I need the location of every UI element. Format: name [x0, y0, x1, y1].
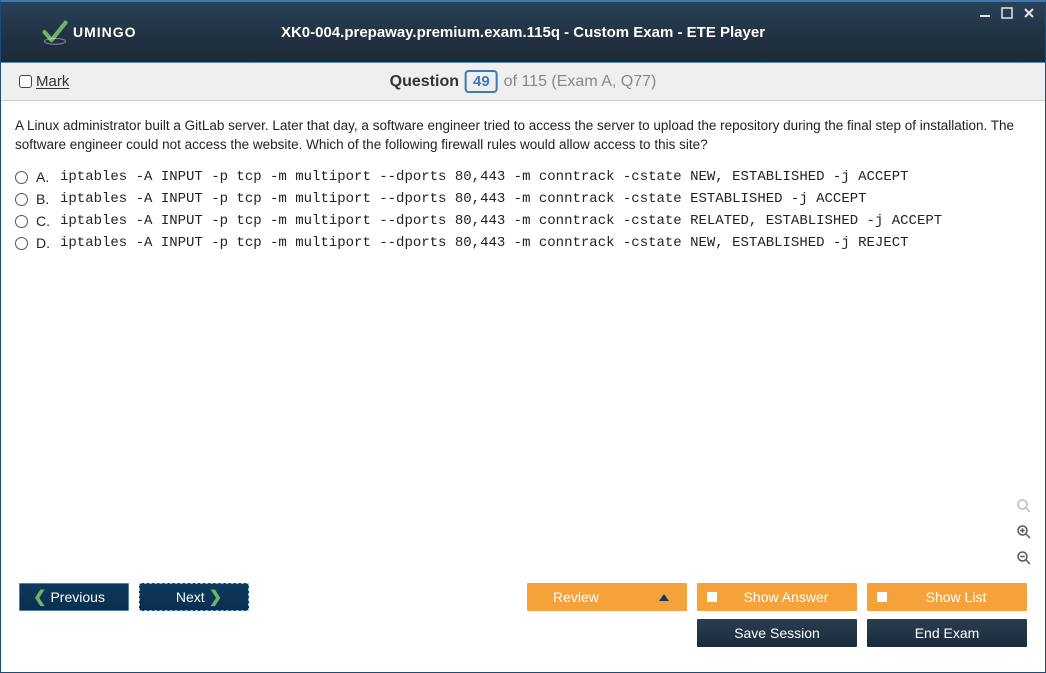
- radio-a[interactable]: [15, 171, 28, 184]
- logo-check-icon: [41, 18, 69, 46]
- previous-label: Previous: [50, 589, 104, 605]
- radio-d[interactable]: [15, 237, 28, 250]
- show-answer-label: Show Answer: [725, 589, 857, 605]
- content-area: A Linux administrator built a GitLab ser…: [1, 101, 1045, 575]
- next-label: Next: [176, 589, 205, 605]
- option-letter: A.: [36, 169, 52, 185]
- stop-icon: [707, 592, 717, 602]
- radio-c[interactable]: [15, 215, 28, 228]
- previous-button[interactable]: ❮ Previous: [19, 583, 129, 611]
- question-bar: Mark Question 49 of 115 (Exam A, Q77): [1, 63, 1045, 101]
- chevron-left-icon: ❮: [33, 587, 46, 607]
- save-session-label: Save Session: [734, 625, 820, 641]
- question-total: of 115 (Exam A, Q77): [504, 73, 657, 91]
- option-letter: D.: [36, 235, 52, 251]
- options-list: A. iptables -A INPUT -p tcp -m multiport…: [15, 169, 1031, 251]
- mark-checkbox[interactable]: [19, 75, 32, 88]
- option-letter: C.: [36, 213, 52, 229]
- review-label: Review: [553, 589, 599, 605]
- zoom-in-icon[interactable]: [1013, 521, 1035, 543]
- show-list-button[interactable]: Show List: [867, 583, 1027, 611]
- footer: ❮ Previous Next ❯ Review Show Answer Sho…: [1, 575, 1045, 659]
- logo: UMINGO: [1, 18, 137, 46]
- option-code: iptables -A INPUT -p tcp -m multiport --…: [60, 191, 867, 207]
- option-b[interactable]: B. iptables -A INPUT -p tcp -m multiport…: [15, 191, 1031, 207]
- end-exam-label: End Exam: [915, 625, 980, 641]
- question-text: A Linux administrator built a GitLab ser…: [15, 117, 1031, 155]
- search-icon[interactable]: [1013, 495, 1035, 517]
- option-c[interactable]: C. iptables -A INPUT -p tcp -m multiport…: [15, 213, 1031, 229]
- option-code: iptables -A INPUT -p tcp -m multiport --…: [60, 235, 909, 251]
- zoom-out-icon[interactable]: [1013, 547, 1035, 569]
- chevron-right-icon: ❯: [209, 587, 222, 607]
- radio-b[interactable]: [15, 193, 28, 206]
- review-button[interactable]: Review: [527, 583, 687, 611]
- show-list-label: Show List: [895, 589, 1027, 605]
- footer-row-2: Save Session End Exam: [19, 619, 1027, 647]
- window-controls: [977, 6, 1037, 20]
- brand-name: UMINGO: [73, 24, 137, 40]
- option-code: iptables -A INPUT -p tcp -m multiport --…: [60, 213, 942, 229]
- question-number: 49: [465, 70, 498, 93]
- close-button[interactable]: [1021, 6, 1037, 20]
- minimize-button[interactable]: [977, 6, 993, 20]
- mark-checkbox-wrap[interactable]: Mark: [19, 73, 69, 90]
- question-indicator: Question 49 of 115 (Exam A, Q77): [390, 70, 657, 93]
- zoom-controls: [1013, 495, 1035, 569]
- option-code: iptables -A INPUT -p tcp -m multiport --…: [60, 169, 909, 185]
- app-title: XK0-004.prepaway.premium.exam.115q - Cus…: [281, 24, 765, 41]
- question-word: Question: [390, 73, 459, 91]
- option-d[interactable]: D. iptables -A INPUT -p tcp -m multiport…: [15, 235, 1031, 251]
- stop-icon: [877, 592, 887, 602]
- titlebar: UMINGO XK0-004.prepaway.premium.exam.115…: [1, 2, 1045, 63]
- option-a[interactable]: A. iptables -A INPUT -p tcp -m multiport…: [15, 169, 1031, 185]
- end-exam-button[interactable]: End Exam: [867, 619, 1027, 647]
- next-button[interactable]: Next ❯: [139, 583, 249, 611]
- option-letter: B.: [36, 191, 52, 207]
- triangle-up-icon: [659, 594, 669, 601]
- show-answer-button[interactable]: Show Answer: [697, 583, 857, 611]
- footer-row-1: ❮ Previous Next ❯ Review Show Answer Sho…: [19, 583, 1027, 611]
- mark-label: Mark: [36, 73, 69, 90]
- maximize-button[interactable]: [999, 6, 1015, 20]
- save-session-button[interactable]: Save Session: [697, 619, 857, 647]
